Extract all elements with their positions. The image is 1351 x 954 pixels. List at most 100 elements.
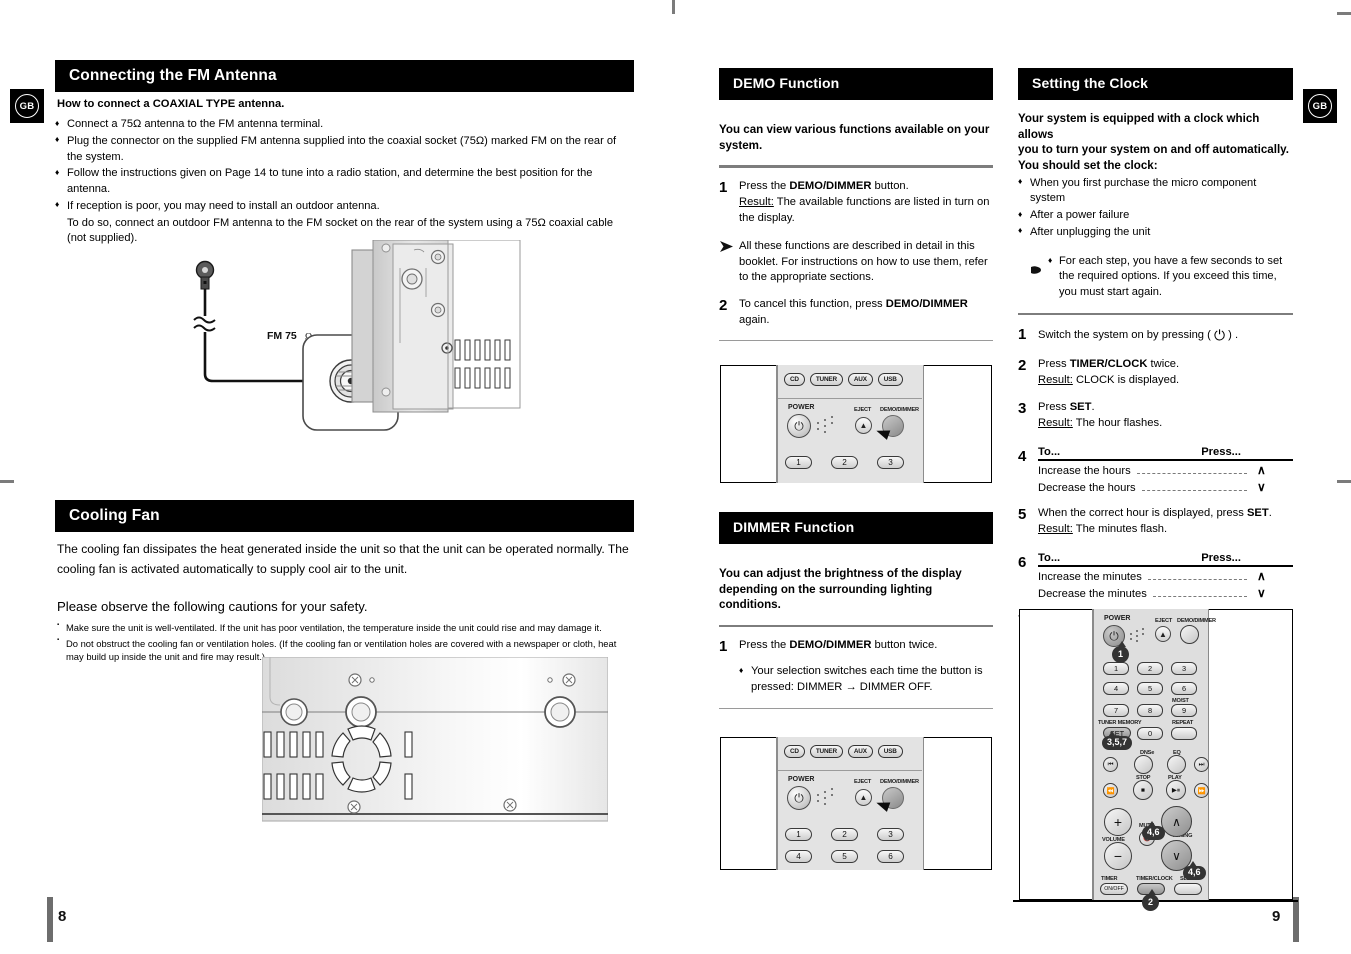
source-button-tuner[interactable]: TUNER bbox=[809, 745, 843, 758]
play-pause-button[interactable]: ▶⏸ bbox=[1166, 780, 1186, 800]
left-column: Connecting the FM Antenna How to connect… bbox=[55, 60, 634, 248]
demo-step-1-result: The available functions are listed in tu… bbox=[739, 195, 990, 224]
clock-step-1-text: Switch the system on by pressing ( ⏻ ) . bbox=[1038, 326, 1293, 346]
number-button-1[interactable]: 1 bbox=[785, 456, 812, 469]
number-button-0[interactable]: 0 bbox=[1137, 727, 1163, 740]
source-button-cd[interactable]: CD bbox=[784, 745, 805, 758]
hours-decrease-arrow: ∨ bbox=[1257, 479, 1266, 494]
minutes-decrease-arrow: ∨ bbox=[1257, 585, 1266, 600]
sleep-button[interactable] bbox=[1174, 883, 1202, 895]
number-button-2[interactable]: 2 bbox=[1137, 662, 1163, 675]
number-button-3[interactable]: 3 bbox=[877, 456, 904, 469]
number-button-3[interactable]: 3 bbox=[1171, 662, 1197, 675]
dimmer-step-1: 1 Press the DEMO/DIMMER button twice. bbox=[719, 638, 993, 655]
number-button-5[interactable]: 5 bbox=[1137, 682, 1163, 695]
middle-column: DEMO Function You can view various funct… bbox=[719, 68, 993, 342]
source-button-tuner[interactable]: TUNER bbox=[809, 373, 843, 386]
callout-tuning-down: 4,6 bbox=[1183, 860, 1206, 881]
demo-step-1: 1 Press the DEMO/DIMMER button. Result: … bbox=[719, 179, 993, 227]
fm-antenna-diagram: FM 75 Ω bbox=[193, 239, 521, 431]
number-button-1[interactable]: 1 bbox=[1103, 662, 1129, 675]
fm-impedance-label: FM 75 bbox=[267, 330, 297, 342]
manual-page: GB GB 8 9 Connecting the FM Antenna How … bbox=[0, 0, 1351, 954]
number-button-4[interactable]: 4 bbox=[785, 850, 812, 863]
clock-step-3-number: 3 bbox=[1018, 399, 1027, 417]
eject-button[interactable]: ▲ bbox=[855, 789, 872, 806]
clock-step-3-result: The hour flashes. bbox=[1075, 416, 1163, 429]
power-button[interactable]: ⏻ bbox=[787, 414, 811, 438]
timer-label: TIMER bbox=[1101, 876, 1118, 882]
eject-button[interactable]: ▲ bbox=[855, 417, 872, 434]
number-button-9[interactable]: 9 bbox=[1171, 704, 1197, 717]
source-button-aux[interactable]: AUX bbox=[847, 745, 873, 758]
list-item: After unplugging the unit bbox=[1018, 224, 1293, 241]
table-row: Decrease the hours ∨ bbox=[1038, 481, 1293, 495]
eq-button[interactable] bbox=[1167, 755, 1186, 774]
number-button-2[interactable]: 2 bbox=[831, 456, 858, 469]
clock-step-1-number: 1 bbox=[1018, 326, 1027, 344]
list-item: After a power failure bbox=[1018, 208, 1293, 224]
number-button-4[interactable]: 4 bbox=[1103, 682, 1129, 695]
number-button-6[interactable]: 6 bbox=[877, 850, 904, 863]
callout-timer-clock: 2 bbox=[1142, 889, 1159, 911]
minutes-table-col-press: Press... bbox=[1201, 551, 1241, 564]
clock-step-2-number: 2 bbox=[1018, 357, 1027, 375]
minutes-table-header: To... Press... bbox=[1038, 552, 1293, 567]
number-button-1[interactable]: 1 bbox=[785, 828, 812, 841]
tuning-up-button[interactable]: ∧ bbox=[1161, 806, 1192, 837]
cooling-fan-diagram bbox=[261, 656, 609, 822]
callout-tuning-up: 4,6 bbox=[1142, 820, 1165, 841]
demo-dimmer-button[interactable] bbox=[1180, 625, 1199, 644]
locale-badge-left: GB bbox=[10, 89, 44, 123]
hours-table-header: To... Press... bbox=[1038, 446, 1293, 461]
clock-intro: Your system is equipped with a clock whi… bbox=[1018, 111, 1293, 173]
number-button-5[interactable]: 5 bbox=[831, 850, 858, 863]
source-button-usb[interactable]: USB bbox=[877, 745, 903, 758]
hours-increase-label: Increase the hours bbox=[1038, 464, 1131, 477]
stop-button[interactable]: ■ bbox=[1133, 780, 1153, 800]
rewind-button[interactable]: ⏪ bbox=[1103, 783, 1118, 798]
demo-rule-top bbox=[719, 165, 993, 168]
dimmer-rule-top bbox=[719, 624, 993, 628]
leader-dots bbox=[1147, 578, 1247, 580]
timer-clock-label: TIMER/CLOCK bbox=[1136, 876, 1173, 882]
dimmer-section: DIMMER Function You can adjust the brigh… bbox=[719, 512, 993, 709]
clock-step-4-number: 4 bbox=[1018, 447, 1027, 465]
page-number-right: 9 bbox=[1272, 908, 1281, 925]
demo-remote-figure: CD TUNER AUX USB POWER EJECT DEMO/DIMMER… bbox=[720, 365, 992, 483]
locale-badge-right-label: GB bbox=[1308, 94, 1332, 118]
eject-button[interactable]: ▲ bbox=[1155, 626, 1171, 642]
ir-dots-icon bbox=[817, 788, 839, 806]
power-button[interactable]: ⏻ bbox=[787, 786, 811, 810]
cooling-fan-figure bbox=[261, 656, 609, 827]
number-button-2[interactable]: 2 bbox=[831, 828, 858, 841]
next-track-button[interactable]: ⏭ bbox=[1194, 757, 1209, 772]
cooling-fan-subhead: Please observe the following cautions fo… bbox=[57, 599, 368, 615]
demo-step-2-number: 2 bbox=[719, 297, 728, 315]
demo-intro: You can view various functions available… bbox=[719, 123, 990, 152]
number-button-3[interactable]: 3 bbox=[877, 828, 904, 841]
demo-note: All these functions are described in det… bbox=[719, 239, 993, 287]
source-button-cd[interactable]: CD bbox=[784, 373, 805, 386]
prev-track-button[interactable]: ⏮ bbox=[1103, 757, 1118, 772]
clock-step-5-result: The minutes flash. bbox=[1075, 522, 1168, 535]
number-button-7[interactable]: 7 bbox=[1103, 704, 1129, 717]
locale-badge-left-label: GB bbox=[15, 94, 39, 118]
list-item: Follow the instructions given on Page 14… bbox=[55, 166, 634, 198]
source-button-aux[interactable]: AUX bbox=[847, 373, 873, 386]
repeat-button[interactable] bbox=[1171, 727, 1197, 740]
number-button-6[interactable]: 6 bbox=[1171, 682, 1197, 695]
clock-intro-line-3: You should set the clock: bbox=[1018, 158, 1158, 172]
dnse-button[interactable] bbox=[1134, 755, 1153, 774]
timer-onoff-button[interactable]: ON/OFF bbox=[1100, 883, 1128, 895]
fast-forward-button[interactable]: ⏩ bbox=[1194, 783, 1209, 798]
demo-step-1-result-label: Result: bbox=[739, 195, 774, 208]
source-button-usb[interactable]: USB bbox=[877, 373, 903, 386]
volume-down-button[interactable]: − bbox=[1104, 842, 1132, 870]
volume-up-button[interactable]: + bbox=[1104, 808, 1132, 836]
number-button-8[interactable]: 8 bbox=[1137, 704, 1163, 717]
clock-remote-figure: POWER EJECT DEMO/DIMMER ⏻ ▲ 1 1 2 3 4 5 … bbox=[1019, 609, 1293, 911]
clock-hand-note-text: For each step, you have a few seconds to… bbox=[1048, 254, 1293, 301]
clock-step-4-table: 4 To... Press... Increase the hours ∧ De… bbox=[1018, 446, 1293, 495]
clock-intro-line-2: you to turn your system on and off autom… bbox=[1018, 143, 1289, 157]
